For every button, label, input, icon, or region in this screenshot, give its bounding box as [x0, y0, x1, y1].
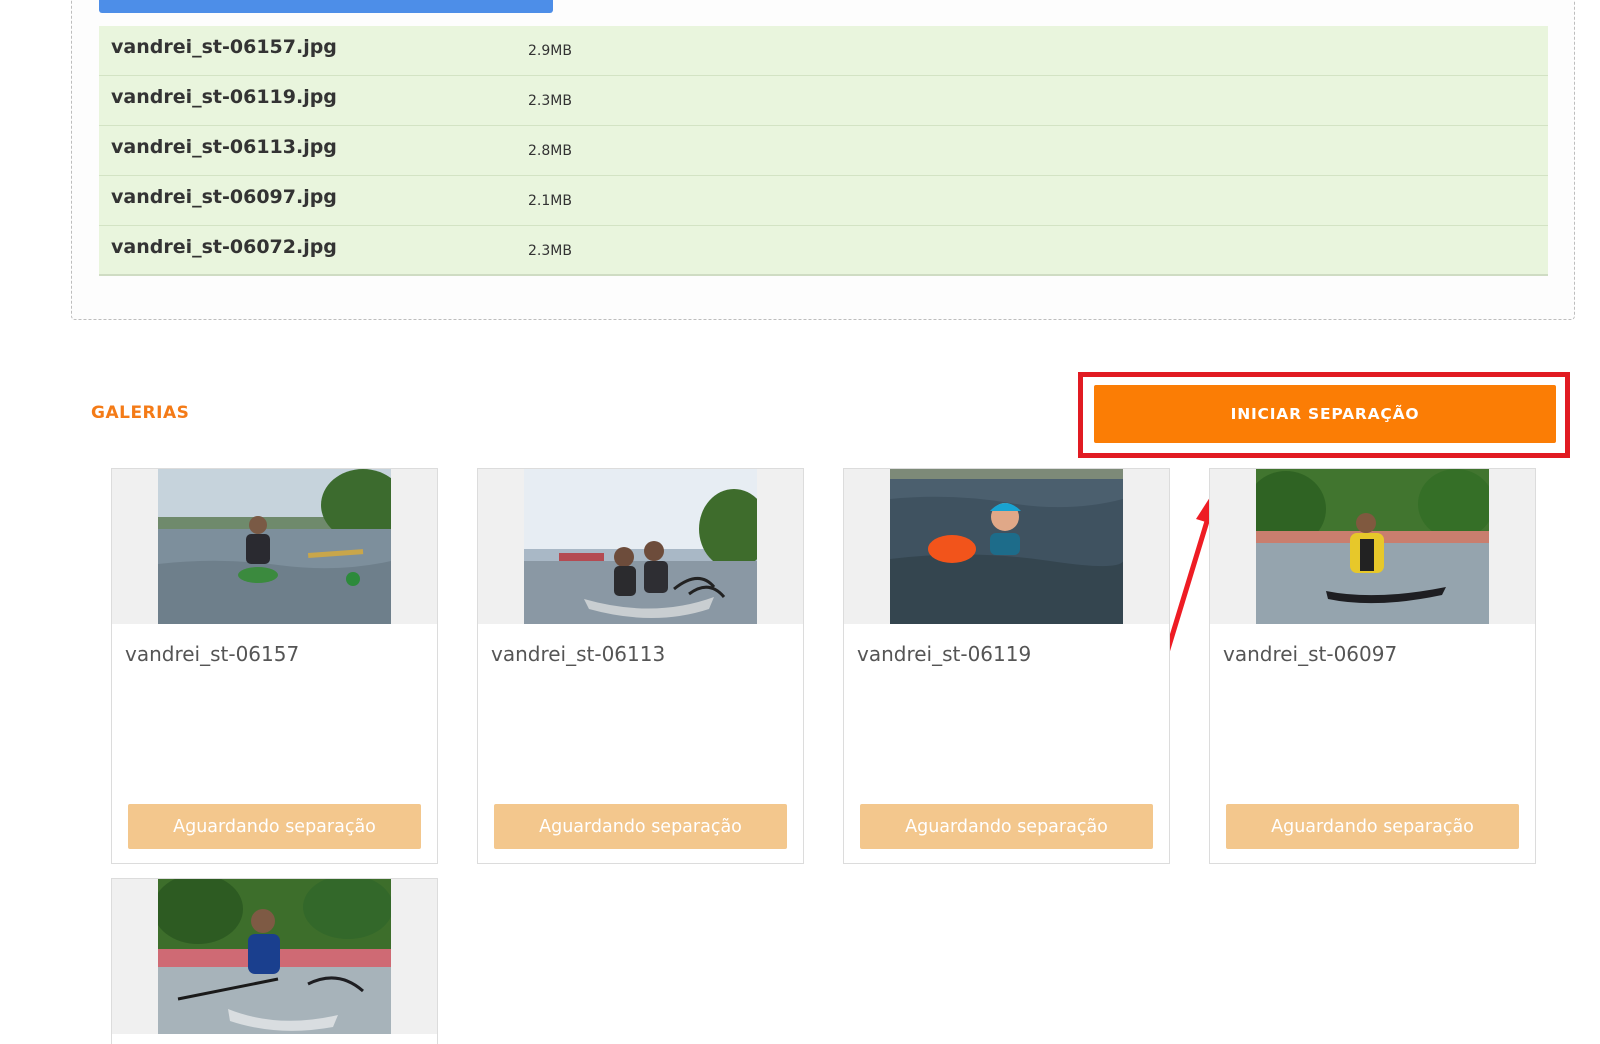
photo-thumbnail[interactable] — [524, 469, 757, 624]
file-name: vandrei_st-06119.jpg — [111, 86, 337, 108]
file-row: vandrei_st-06119.jpg 2.3MB — [99, 76, 1548, 126]
file-row: vandrei_st-06113.jpg 2.8MB — [99, 126, 1548, 176]
card-title: vandrei_st-06097 — [1223, 642, 1398, 666]
card-thumbnail — [1210, 469, 1535, 624]
file-row: vandrei_st-06097.jpg 2.1MB — [99, 176, 1548, 226]
file-name: vandrei_st-06097.jpg — [111, 186, 337, 208]
file-size: 2.9MB — [528, 43, 572, 59]
gallery-title: GALERIAS — [91, 403, 190, 423]
photo-thumbnail[interactable] — [890, 469, 1123, 624]
file-size: 2.1MB — [528, 193, 572, 209]
file-name: vandrei_st-06072.jpg — [111, 236, 337, 258]
card-thumbnail — [478, 469, 803, 624]
status-button[interactable]: Aguardando separação — [128, 804, 421, 849]
file-size: 2.8MB — [528, 143, 572, 159]
card-thumbnail — [844, 469, 1169, 624]
file-name: vandrei_st-06113.jpg — [111, 136, 337, 158]
upload-progress-bar — [99, 0, 553, 13]
file-name: vandrei_st-06157.jpg — [111, 36, 337, 58]
card-title: vandrei_st-06119 — [857, 642, 1032, 666]
status-button[interactable]: Aguardando separação — [1226, 804, 1519, 849]
status-button[interactable]: Aguardando separação — [494, 804, 787, 849]
file-list: vandrei_st-06157.jpg 2.9MB vandrei_st-06… — [99, 26, 1548, 276]
gallery-card[interactable]: vandrei_st-06119 Aguardando separação — [843, 468, 1170, 864]
file-size: 2.3MB — [528, 243, 572, 259]
card-thumbnail — [112, 879, 437, 1034]
gallery-card[interactable]: vandrei_st-06157 Aguardando separação — [111, 468, 438, 864]
gallery-card[interactable]: vandrei_st-06113 Aguardando separação — [477, 468, 804, 864]
gallery-card[interactable]: vandrei_st-06097 Aguardando separação — [1209, 468, 1536, 864]
photo-thumbnail[interactable] — [1256, 469, 1489, 624]
start-separation-button[interactable]: INICIAR SEPARAÇÃO — [1094, 385, 1556, 443]
photo-thumbnail[interactable] — [158, 879, 391, 1034]
card-title: vandrei_st-06157 — [125, 642, 300, 666]
file-size: 2.3MB — [528, 93, 572, 109]
photo-thumbnail[interactable] — [158, 469, 391, 624]
file-row: vandrei_st-06157.jpg 2.9MB — [99, 26, 1548, 76]
card-thumbnail — [112, 469, 437, 624]
file-row: vandrei_st-06072.jpg 2.3MB — [99, 226, 1548, 276]
gallery-card[interactable] — [111, 878, 438, 1044]
status-button[interactable]: Aguardando separação — [860, 804, 1153, 849]
card-title: vandrei_st-06113 — [491, 642, 666, 666]
